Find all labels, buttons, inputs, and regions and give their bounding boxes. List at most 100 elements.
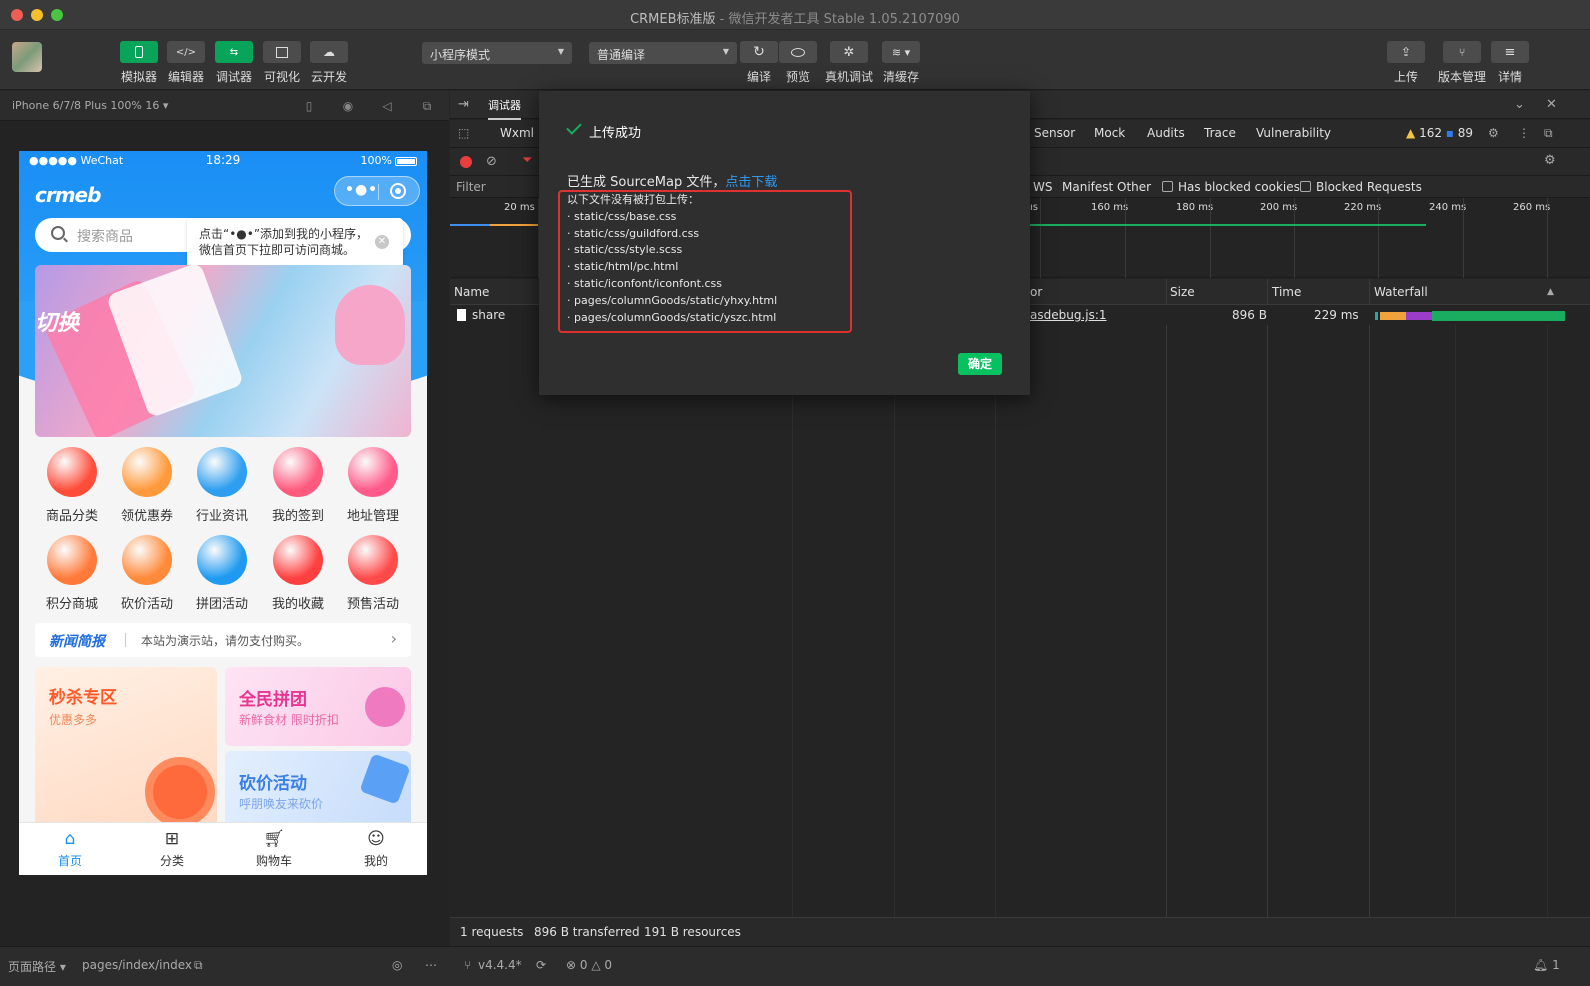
sync-icon[interactable]: ⟳ — [536, 958, 546, 972]
filter-input[interactable]: Filter — [456, 180, 486, 194]
grid-item-category[interactable]: 商品分类 — [34, 447, 110, 524]
more-vertical-icon[interactable]: ⋮ — [1518, 126, 1530, 140]
close-icon[interactable]: ✕ — [1546, 97, 1557, 112]
debugger-toggle-button[interactable]: ⇆ 调试器 — [215, 41, 253, 85]
tab-sensor[interactable]: Sensor — [1034, 126, 1075, 140]
clear-icon[interactable]: ⊘ — [486, 154, 497, 169]
tag-icon — [359, 753, 411, 805]
more-icon[interactable]: •●• — [345, 182, 378, 198]
col-initiator[interactable]: or — [1030, 285, 1042, 299]
shop-icon — [47, 535, 97, 585]
grid-item-news[interactable]: 行业资讯 — [184, 447, 260, 524]
copy-icon[interactable]: ⧉ — [194, 958, 203, 973]
user-icon: ☺ — [367, 829, 385, 849]
branch-icon: ⑂ — [464, 958, 472, 972]
chevron-down-icon: ▼ — [722, 47, 729, 56]
device-icon[interactable]: ▯ — [302, 99, 316, 113]
col-name[interactable]: Name — [454, 285, 489, 299]
preview-button[interactable]: 预览 — [779, 41, 817, 85]
clear-cache-button[interactable]: ≋ ▾ 清缓存 — [882, 41, 920, 85]
visual-toggle-button[interactable]: 可视化 — [263, 41, 301, 85]
gear-icon[interactable]: ⚙ — [1488, 126, 1499, 140]
sound-icon[interactable]: ◁ — [380, 99, 394, 113]
news-brief[interactable]: 新闻简报 本站为演示站，请勿支付购买。 › — [35, 623, 411, 657]
bell-icon[interactable]: 🔔︎ 1 — [1533, 958, 1560, 972]
chevron-down-icon[interactable]: ⌄ — [1514, 97, 1525, 112]
tab-vulnerability[interactable]: Vulnerability — [1256, 126, 1331, 140]
has-blocked-cookies-checkbox[interactable]: Has blocked cookies — [1162, 180, 1300, 194]
error-count[interactable]: ⊗ 0 △ 0 — [566, 958, 612, 972]
details-button[interactable]: ≡ 详情 — [1491, 41, 1529, 85]
cloud-dev-button[interactable]: ☁ 云开发 — [310, 41, 348, 85]
upload-button[interactable]: ⇪ 上传 — [1387, 41, 1425, 85]
dialog-title: 上传成功 — [589, 126, 642, 141]
tab-mock[interactable]: Mock — [1094, 126, 1125, 140]
warning-count[interactable]: ▲ 162 ▪ 89 — [1406, 126, 1473, 140]
tab-cart[interactable]: 🛒︎ 购物车 — [223, 829, 325, 869]
eye-icon[interactable]: ◎ — [392, 958, 402, 972]
filter-other[interactable]: Other — [1117, 180, 1151, 194]
git-version[interactable]: v4.4.4* — [478, 958, 522, 972]
inspect-icon[interactable]: ⬚ — [458, 126, 469, 140]
megaphone-icon — [365, 687, 405, 727]
version-manage-button[interactable]: ⑂ 版本管理 — [1438, 41, 1486, 85]
tab-home[interactable]: ⌂ 首页 — [19, 829, 121, 869]
grid-item-address[interactable]: 地址管理 — [335, 447, 411, 524]
cloud-icon: ☁ — [323, 45, 335, 59]
filter-manifest[interactable]: Manifest — [1062, 180, 1113, 194]
grid-item-favorites[interactable]: 我的收藏 — [260, 535, 336, 612]
dock-icon[interactable]: ⇥ — [458, 97, 469, 112]
compile-select[interactable]: 普通编译 ▼ — [589, 42, 737, 64]
list-item: · static/css/guildford.css — [567, 226, 700, 240]
tab-category[interactable]: ⊞ 分类 — [121, 829, 223, 869]
bargain-card[interactable]: 砍价活动 呼朋唤友来砍价 — [225, 751, 411, 827]
blocked-requests-checkbox[interactable]: Blocked Requests — [1300, 180, 1422, 194]
close-icon[interactable]: ✕ — [375, 235, 389, 249]
record-button[interactable] — [460, 156, 472, 168]
user-avatar[interactable] — [12, 42, 42, 72]
mini-program-capsule[interactable]: •●• — [334, 176, 420, 206]
simulator-toggle-button[interactable]: 模拟器 — [120, 41, 158, 85]
document-icon — [457, 309, 466, 321]
grid-item-presale[interactable]: 预售活动 — [335, 535, 411, 612]
compile-button[interactable]: ↻ 编译 — [740, 41, 778, 85]
sort-up-icon[interactable]: ▲ — [1547, 287, 1554, 297]
more-icon[interactable]: ⋯ — [425, 958, 437, 972]
close-miniprogram-icon[interactable] — [390, 183, 406, 199]
flash-sale-card[interactable]: 秒杀专区 优惠多多 — [35, 667, 217, 827]
remote-debug-button[interactable]: ✲ 真机调试 — [825, 41, 873, 85]
col-time[interactable]: Time — [1272, 285, 1301, 299]
grid-item-signin[interactable]: 我的签到 — [260, 447, 336, 524]
layers-icon: ≋ ▾ — [891, 45, 911, 59]
editor-toggle-button[interactable]: </> 编辑器 — [167, 41, 205, 85]
grid-item-coupon[interactable]: 领优惠券 — [109, 447, 185, 524]
home-icon: ⌂ — [64, 829, 76, 849]
network-settings-icon[interactable]: ⚙ — [1544, 153, 1556, 168]
col-waterfall[interactable]: Waterfall — [1374, 285, 1428, 299]
grid-item-group-buy[interactable]: 拼团活动 — [184, 535, 260, 612]
mode-select[interactable]: 小程序模式 ▼ — [422, 42, 572, 64]
check-icon — [566, 119, 582, 135]
page-path-select[interactable]: 页面路径 ▾ — [8, 958, 66, 975]
discount-icon — [122, 535, 172, 585]
initiator-link[interactable]: asdebug.js:1 — [1030, 308, 1107, 322]
record-icon[interactable]: ◉ — [341, 99, 355, 113]
col-size[interactable]: Size — [1170, 285, 1195, 299]
filter-ws[interactable]: WS — [1033, 180, 1052, 194]
filter-icon[interactable]: ⏷ — [522, 153, 532, 168]
phone-tab-bar: ⌂ 首页 ⊞ 分类 🛒︎ 购物车 ☺ 我的 — [19, 822, 427, 875]
confirm-button[interactable]: 确定 — [958, 353, 1002, 375]
tab-trace[interactable]: Trace — [1204, 126, 1236, 140]
device-select[interactable]: iPhone 6/7/8 Plus 100% 16 ▾ — [12, 99, 168, 112]
tab-mine[interactable]: ☺ 我的 — [325, 829, 427, 869]
grid-item-bargain[interactable]: 砍价活动 — [109, 535, 185, 612]
download-link[interactable]: 点击下载 — [725, 175, 777, 190]
tab-audits[interactable]: Audits — [1147, 126, 1185, 140]
group-buy-card[interactable]: 全民拼团 新鲜食材 限时折扣 — [225, 667, 411, 746]
tab-debugger[interactable]: 调试器 — [488, 97, 521, 120]
tab-wxml[interactable]: Wxml — [500, 126, 534, 140]
banner-carousel[interactable]: 切换 — [35, 265, 411, 437]
popout-icon[interactable]: ⧉ — [1544, 126, 1553, 141]
grid-item-points-mall[interactable]: 积分商城 — [34, 535, 110, 612]
popout-icon[interactable]: ⧉ — [420, 99, 434, 113]
